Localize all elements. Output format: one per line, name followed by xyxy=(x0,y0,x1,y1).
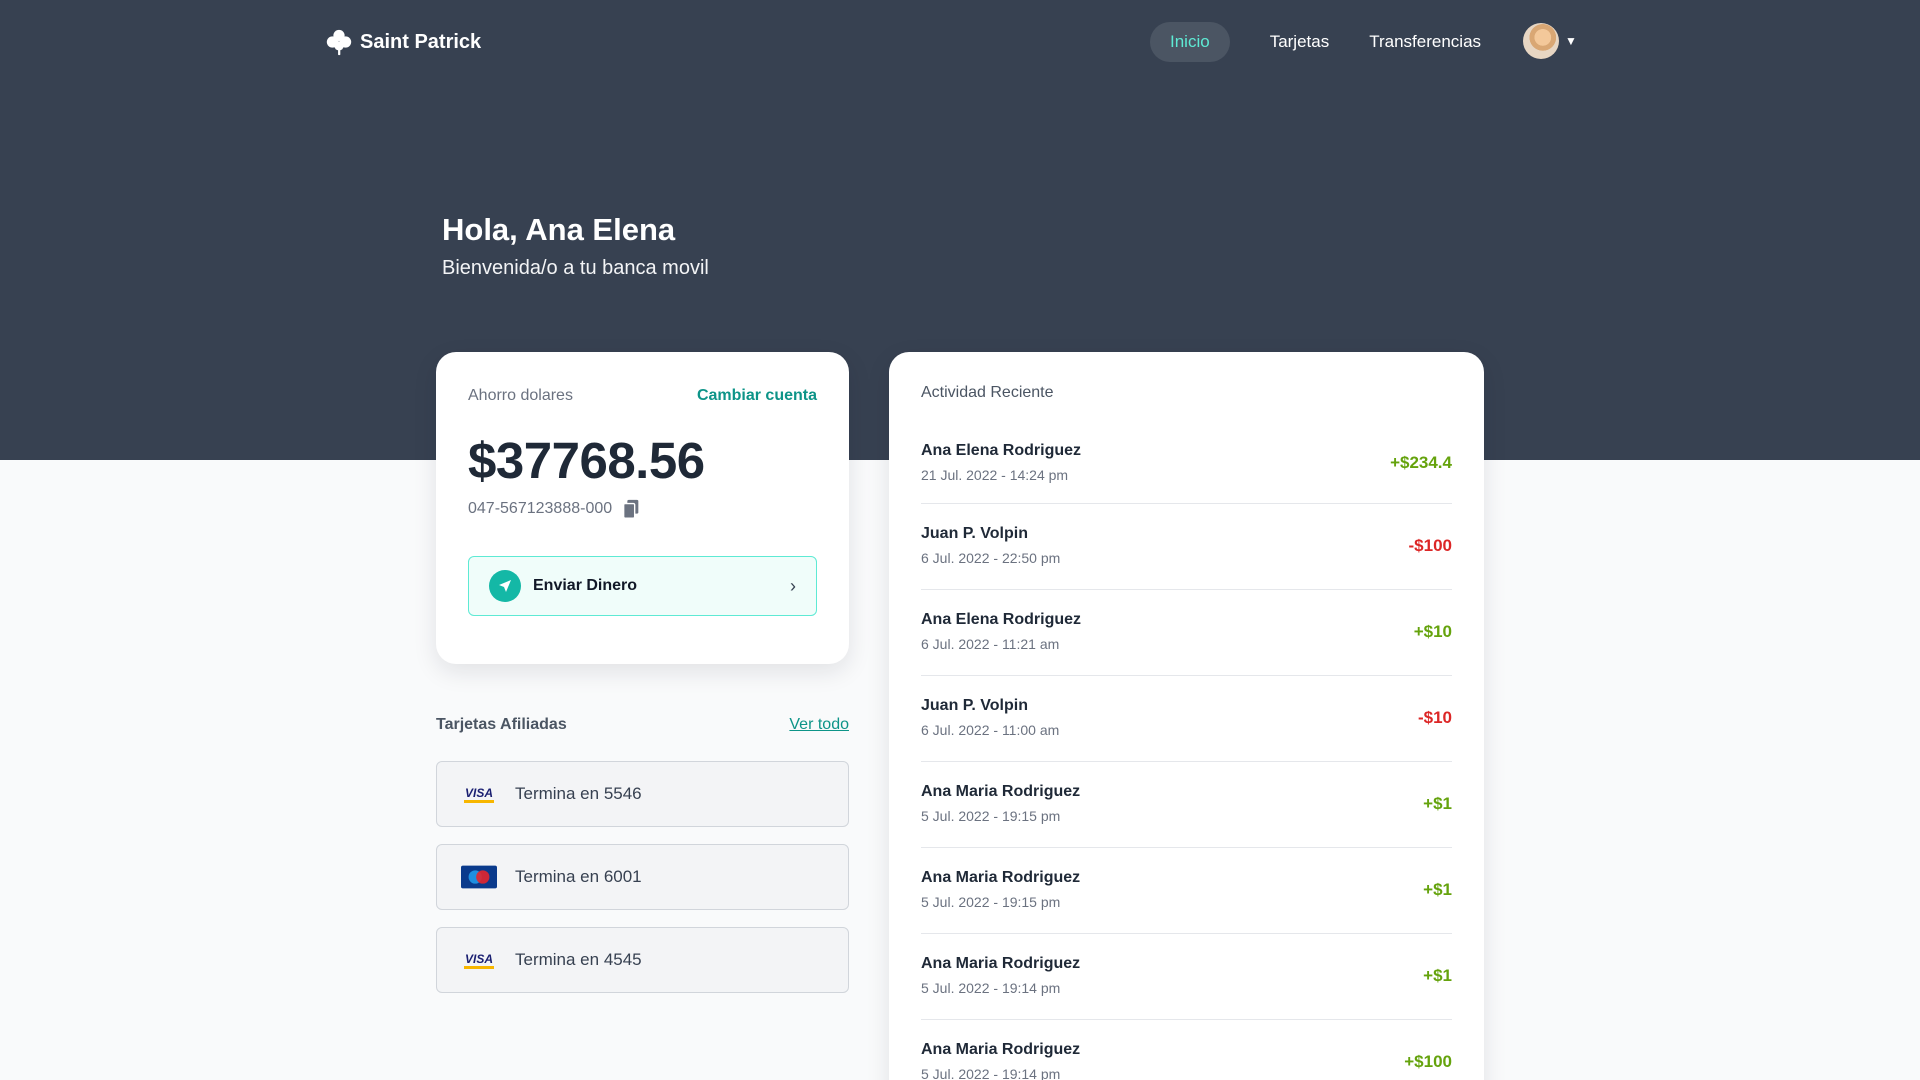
activity-date: 6 Jul. 2022 - 11:00 am xyxy=(921,722,1060,738)
card-label: Termina en 6001 xyxy=(515,867,642,886)
card-item[interactable]: VISA Termina en 4545 xyxy=(436,927,849,993)
activity-amount: -$10 xyxy=(1417,707,1452,727)
greeting-subtitle: Bienvenida/o a tu banca movil xyxy=(442,257,709,279)
activity-name: Ana Elena Rodriguez xyxy=(921,442,1082,459)
brand-name: Saint Patrick xyxy=(360,30,482,53)
activity-name: Ana Elena Rodriguez xyxy=(921,611,1082,628)
activity-name: Ana Maria Rodriguez xyxy=(921,869,1081,886)
list-item[interactable]: Ana Elena Rodriguez 21 Jul. 2022 - 14:24… xyxy=(921,424,1452,504)
activity-list: Ana Elena Rodriguez 21 Jul. 2022 - 14:24… xyxy=(921,424,1452,1080)
send-icon xyxy=(489,570,521,602)
send-money-button[interactable]: Enviar Dinero › xyxy=(468,556,817,616)
activity-name: Juan P. Volpin xyxy=(921,697,1028,714)
svg-text:VISA: VISA xyxy=(465,952,493,966)
list-item[interactable]: Ana Maria Rodriguez 5 Jul. 2022 - 19:15 … xyxy=(921,762,1452,848)
cards-title: Tarjetas Afiliadas xyxy=(436,716,567,733)
switch-account-link[interactable]: Cambiar cuenta xyxy=(697,387,817,405)
activity-date: 6 Jul. 2022 - 22:50 pm xyxy=(921,550,1061,566)
activity-amount: +$1 xyxy=(1423,965,1452,985)
view-all-link[interactable]: Ver todo xyxy=(789,716,849,734)
visa-icon: VISA xyxy=(461,782,497,806)
nav-item-tarjetas[interactable]: Tarjetas xyxy=(1250,22,1350,62)
activity-title: Actividad Reciente xyxy=(921,384,1054,401)
send-money-label: Enviar Dinero xyxy=(533,577,638,594)
activity-name: Ana Maria Rodriguez xyxy=(921,783,1081,800)
activity-amount: +$10 xyxy=(1413,621,1452,641)
recent-activity: Actividad Reciente Ana Elena Rodriguez 2… xyxy=(889,352,1484,1080)
list-item[interactable]: Ana Maria Rodriguez 5 Jul. 2022 - 19:14 … xyxy=(921,934,1452,1020)
card-item[interactable]: VISA Termina en 5546 xyxy=(436,761,849,827)
card-item[interactable]: Termina en 6001 xyxy=(436,844,849,910)
card-label: Termina en 5546 xyxy=(515,784,642,803)
list-item[interactable]: Ana Elena Rodriguez 6 Jul. 2022 - 11:21 … xyxy=(921,590,1452,676)
brand-logo[interactable]: Saint Patrick xyxy=(324,26,481,58)
list-item[interactable]: Ana Maria Rodriguez 5 Jul. 2022 - 19:15 … xyxy=(921,848,1452,934)
activity-date: 5 Jul. 2022 - 19:14 pm xyxy=(921,1066,1061,1080)
maestro-icon xyxy=(461,865,497,889)
visa-icon: VISA xyxy=(461,948,497,972)
activity-name: Juan P. Volpin xyxy=(921,525,1028,542)
activity-amount: +$100 xyxy=(1404,1051,1452,1071)
activity-name: Ana Maria Rodriguez xyxy=(921,955,1081,972)
activity-amount: +$1 xyxy=(1423,793,1452,813)
greeting: Hola, Ana Elena Bienvenida/o a tu banca … xyxy=(442,211,709,282)
activity-date: 5 Jul. 2022 - 19:15 pm xyxy=(921,808,1061,824)
nav-links: Inicio Tarjetas Transferencias xyxy=(1150,22,1501,62)
activity-date: 5 Jul. 2022 - 19:14 pm xyxy=(921,980,1061,996)
activity-date: 6 Jul. 2022 - 11:21 am xyxy=(921,636,1060,652)
top-nav: Saint Patrick Inicio Tarjetas Transferen… xyxy=(0,0,1920,84)
nav-item-transferencias[interactable]: Transferencias xyxy=(1349,22,1501,62)
account-card: Ahorro dolares Cambiar cuenta $37768.56 … xyxy=(436,352,849,664)
chevron-right-icon: › xyxy=(790,575,796,596)
clover-icon xyxy=(326,29,352,56)
account-balance: $37768.56 xyxy=(468,432,705,489)
account-type: Ahorro dolares xyxy=(468,387,573,404)
svg-text:VISA: VISA xyxy=(465,786,493,800)
activity-amount: -$100 xyxy=(1408,535,1452,555)
copy-icon[interactable] xyxy=(620,498,642,520)
account-number: 047-567123888-000 xyxy=(468,500,613,517)
activity-date: 5 Jul. 2022 - 19:15 pm xyxy=(921,894,1061,910)
card-label: Termina en 4545 xyxy=(515,950,642,969)
avatar xyxy=(1523,23,1559,59)
caret-down-icon: ▼ xyxy=(1565,34,1577,48)
user-menu[interactable]: ▼ xyxy=(1523,23,1577,59)
list-item[interactable]: Juan P. Volpin 6 Jul. 2022 - 11:00 am -$… xyxy=(921,676,1452,762)
activity-amount: +$234.4 xyxy=(1390,452,1452,472)
activity-date: 21 Jul. 2022 - 14:24 pm xyxy=(921,467,1069,483)
list-item[interactable]: Juan P. Volpin 6 Jul. 2022 - 22:50 pm -$… xyxy=(921,504,1452,590)
affiliated-cards: Tarjetas Afiliadas Ver todo VISA Termina… xyxy=(436,713,849,993)
greeting-title: Hola, Ana Elena xyxy=(442,212,676,247)
list-item[interactable]: Ana Maria Rodriguez 5 Jul. 2022 - 19:14 … xyxy=(921,1020,1452,1080)
nav-item-inicio[interactable]: Inicio xyxy=(1150,22,1230,62)
activity-amount: +$1 xyxy=(1423,879,1452,899)
activity-name: Ana Maria Rodriguez xyxy=(921,1041,1081,1058)
